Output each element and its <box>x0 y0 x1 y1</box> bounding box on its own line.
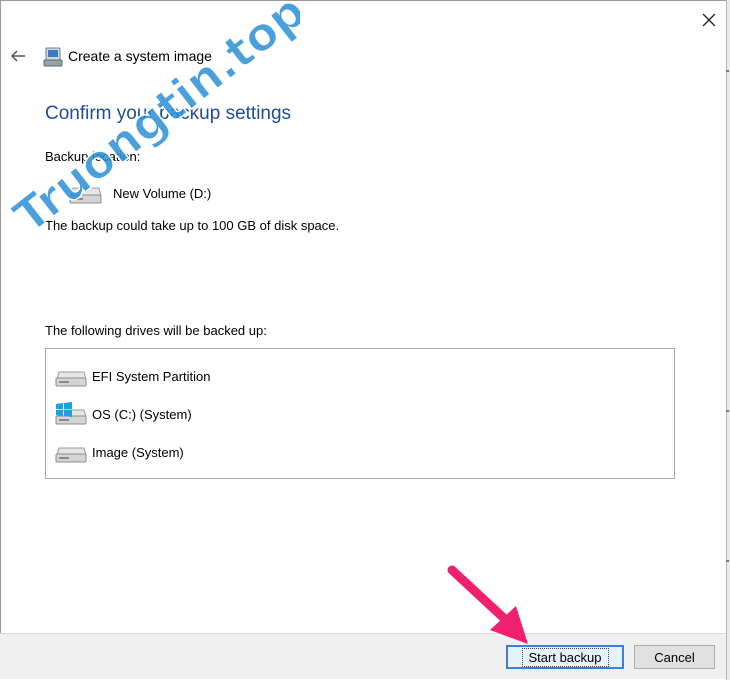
drives-list: EFI System Partition OS (C:) (System) Im… <box>45 348 675 479</box>
system-image-icon <box>43 47 63 67</box>
drive-icon <box>55 447 87 463</box>
drive-name: Image (System) <box>92 445 184 460</box>
drives-label: The following drives will be backed up: <box>45 323 267 338</box>
page-heading: Confirm your backup settings <box>45 103 292 124</box>
start-backup-button[interactable]: Start backup <box>506 645 624 669</box>
drive-icon <box>55 371 87 387</box>
window-edge <box>726 0 730 680</box>
back-arrow-icon <box>10 50 25 62</box>
cancel-button[interactable]: Cancel <box>634 645 715 669</box>
backup-location-label: Backup location: <box>45 149 141 164</box>
windows-drive-icon <box>55 402 87 425</box>
close-button[interactable] <box>694 6 724 34</box>
dialog-window <box>0 0 728 678</box>
space-note: The backup could take up to 100 GB of di… <box>45 218 340 233</box>
drive-icon <box>69 187 102 204</box>
backup-location-drive: New Volume (D:) <box>113 186 212 201</box>
edge-tick <box>726 70 729 72</box>
close-icon <box>702 13 716 27</box>
back-button[interactable] <box>6 44 30 68</box>
edge-tick <box>726 560 729 562</box>
list-item: OS (C:) (System) <box>46 393 674 431</box>
drive-name: EFI System Partition <box>92 369 211 384</box>
drive-name: OS (C:) (System) <box>92 407 192 422</box>
list-item: Image (System) <box>46 431 674 469</box>
list-item: EFI System Partition <box>46 355 674 393</box>
window-title: Create a system image <box>68 48 212 64</box>
start-backup-label: Start backup <box>521 647 609 667</box>
edge-tick <box>726 410 729 412</box>
